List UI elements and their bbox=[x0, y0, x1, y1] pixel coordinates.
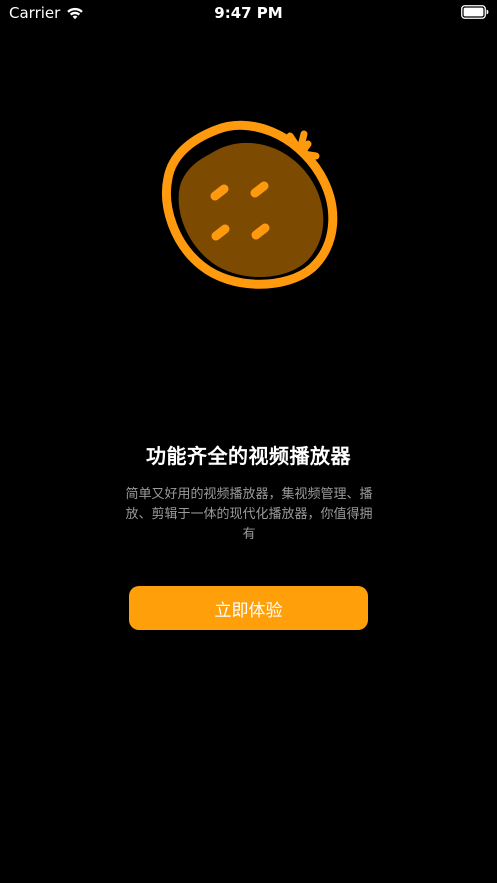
try-now-button[interactable]: 立即体验 bbox=[129, 586, 368, 630]
onboarding-description: 简单又好用的视频播放器，集视频管理、播放、剪辑于一体的现代化播放器，你值得拥有 bbox=[125, 487, 373, 542]
onboarding-title: 功能齐全的视频播放器 bbox=[146, 444, 351, 468]
strawberry-logo-icon bbox=[162, 120, 338, 289]
status-time: 9:47 PM bbox=[214, 4, 283, 22]
onboarding-screen: Carrier 9:47 PM 功能齐全的视频播放器 简单又好用的视频播放器，集… bbox=[0, 0, 497, 883]
status-bar: Carrier 9:47 PM bbox=[0, 0, 497, 26]
battery-icon bbox=[461, 5, 489, 19]
